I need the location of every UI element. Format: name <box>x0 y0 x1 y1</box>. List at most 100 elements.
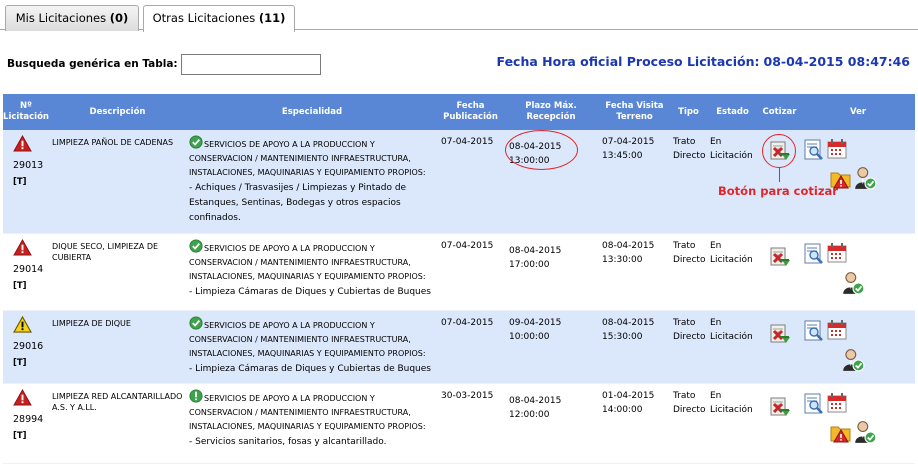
cell-licitacion: 29016 [T] <box>3 310 49 384</box>
specialty-text: SERVICIOS DE APOYO A LA PRODUCCION Y CON… <box>189 320 426 358</box>
cell-ver <box>801 130 915 234</box>
check-icon <box>189 135 203 149</box>
col-especialidad[interactable]: Especialidad <box>186 94 438 130</box>
user-check-icon[interactable] <box>853 166 877 190</box>
calendar-icon[interactable] <box>826 392 848 414</box>
cell-plazo: 09-04-2015 10:00:00 <box>503 310 599 384</box>
licitacion-tag: [T] <box>13 280 27 291</box>
official-value: 08-04-2015 08:47:46 <box>763 54 911 69</box>
view-document-icon[interactable] <box>803 243 825 265</box>
subspecialty-text: - Servicios sanitarios, fosas y alcantar… <box>189 436 387 447</box>
col-plazo[interactable]: Plazo Máx. Recepción <box>503 94 599 130</box>
cell-descripcion: LIMPIEZA PAÑOL DE CADENAS <box>49 130 186 234</box>
tab-count: (11) <box>258 11 286 25</box>
cell-ver <box>801 310 915 384</box>
subspecialty-text: - Limpieza Cámaras de Diques y Cubiertas… <box>189 363 431 374</box>
cell-especialidad: SERVICIOS DE APOYO A LA PRODUCCION Y CON… <box>186 233 438 311</box>
search-label: Busqueda genérica en Tabla: <box>7 58 178 70</box>
view-document-icon[interactable] <box>803 139 825 161</box>
table-row: 29016 [T] LIMPIEZA DE DIQUE SERVICIOS DE… <box>3 310 915 384</box>
user-check-icon[interactable] <box>841 348 865 372</box>
quote-button-icon[interactable] <box>769 323 791 345</box>
tab-mis-licitaciones[interactable]: Mis Licitaciones (0) <box>5 5 139 31</box>
subspecialty-text: - Achiques / Trasvasijes / Limpiezas y P… <box>189 183 407 223</box>
calendar-icon[interactable] <box>826 242 848 264</box>
cell-ver <box>801 233 915 311</box>
licitacion-number[interactable]: 29013 <box>13 159 46 173</box>
view-document-icon[interactable] <box>803 320 825 342</box>
tab-label: Otras Licitaciones <box>152 11 256 25</box>
cell-licitacion: 29013 [T] <box>3 130 49 234</box>
cell-cotizar <box>758 383 801 464</box>
search-bar: Busqueda genérica en Tabla: <box>7 52 321 76</box>
tab-label: Mis Licitaciones <box>15 11 107 25</box>
quote-button-highlight-ellipse <box>762 134 796 168</box>
cell-tipo: Trato Directo <box>670 310 707 384</box>
col-ver[interactable]: Ver <box>801 94 915 130</box>
check-icon <box>189 239 203 253</box>
cell-especialidad: SERVICIOS DE APOYO A LA PRODUCCION Y CON… <box>186 130 438 234</box>
cell-cotizar <box>758 233 801 311</box>
cell-descripcion: LIMPIEZA DE DIQUE <box>49 310 186 384</box>
annotation-arrow-line <box>779 167 780 182</box>
alert-red-icon <box>13 239 32 256</box>
cell-visita: 08-04-2015 15:30:00 <box>599 310 670 384</box>
tab-otras-licitaciones[interactable]: Otras Licitaciones (11) <box>143 5 295 32</box>
cell-licitacion: 29014 [T] <box>3 233 49 311</box>
cell-publicacion: 07-04-2015 <box>438 310 503 384</box>
quote-button-icon[interactable] <box>769 396 791 418</box>
table-header-row: Nº Licitación Descripción Especialidad F… <box>3 94 915 130</box>
official-datetime: Fecha Hora oficial Proceso Licitación: 08… <box>493 54 910 69</box>
cell-tipo: Trato Directo <box>670 130 707 234</box>
cell-tipo: Trato Directo <box>670 383 707 464</box>
cell-publicacion: 07-04-2015 <box>438 233 503 311</box>
alert-red-icon <box>13 135 32 152</box>
calendar-icon[interactable] <box>826 319 848 341</box>
calendar-icon[interactable] <box>826 138 848 160</box>
specialty-title: SERVICIOS DE APOYO A LA PRODUCCION Y CON… <box>189 316 435 361</box>
search-input[interactable] <box>180 53 321 75</box>
col-licitacion[interactable]: Nº Licitación <box>3 94 49 130</box>
subspecialty-text: - Limpieza Cámaras de Diques y Cubiertas… <box>189 286 431 297</box>
cell-especialidad: SERVICIOS DE APOYO A LA PRODUCCION Y CON… <box>186 310 438 384</box>
user-check-icon[interactable] <box>841 271 865 295</box>
col-visita[interactable]: Fecha Visita Terreno <box>599 94 670 130</box>
col-cotizar[interactable]: Cotizar <box>758 94 801 130</box>
cell-plazo: 08-04-2015 17:00:00 <box>503 233 599 311</box>
col-publicacion[interactable]: Fecha Publicación <box>438 94 503 130</box>
tab-bar: Mis Licitaciones (0) Otras Licitaciones … <box>0 0 918 32</box>
check-icon <box>189 316 203 330</box>
licitacion-number[interactable]: 29014 <box>13 263 46 277</box>
quote-button-icon[interactable] <box>769 246 791 268</box>
specialty-title: SERVICIOS DE APOYO A LA PRODUCCION Y CON… <box>189 135 435 180</box>
licitacion-tag: [T] <box>13 357 27 368</box>
cell-publicacion: 07-04-2015 <box>438 130 503 234</box>
col-estado[interactable]: Estado <box>707 94 758 130</box>
deadline-highlight-ellipse <box>505 130 578 170</box>
col-descripcion[interactable]: Descripción <box>49 94 186 130</box>
info-icon <box>189 389 203 403</box>
cell-cotizar <box>758 310 801 384</box>
cell-estado: En Licitación <box>707 233 758 311</box>
annotation-label: Botón para cotizar <box>718 184 838 198</box>
alert-red-icon <box>13 389 32 406</box>
specialty-title: SERVICIOS DE APOYO A LA PRODUCCION Y CON… <box>189 389 435 434</box>
cell-licitacion: 28994 [T] <box>3 383 49 464</box>
cell-tipo: Trato Directo <box>670 233 707 311</box>
table-row: 29014 [T] DIQUE SECO, LIMPIEZA DE CUBIER… <box>3 233 915 311</box>
folder-alert-icon[interactable] <box>830 422 852 444</box>
col-tipo[interactable]: Tipo <box>670 94 707 130</box>
specialty-text: SERVICIOS DE APOYO A LA PRODUCCION Y CON… <box>189 140 426 177</box>
official-label: Fecha Hora oficial Proceso Licitación: <box>496 54 760 69</box>
licitacion-tag: [T] <box>13 177 27 187</box>
licitacion-number[interactable]: 28994 <box>13 413 46 427</box>
view-document-icon[interactable] <box>803 393 825 415</box>
cell-estado: En Licitación <box>707 310 758 384</box>
cell-descripcion: DIQUE SECO, LIMPIEZA DE CUBIERTA <box>49 233 186 311</box>
specialty-title: SERVICIOS DE APOYO A LA PRODUCCION Y CON… <box>189 239 435 284</box>
cell-estado: En Licitación <box>707 383 758 464</box>
cell-estado: En Licitación <box>707 130 758 234</box>
cell-descripcion: LIMPIEZA RED ALCANTARILLADO A.S. Y A.LL. <box>49 383 186 464</box>
licitacion-number[interactable]: 29016 <box>13 340 46 354</box>
user-check-icon[interactable] <box>853 420 877 444</box>
